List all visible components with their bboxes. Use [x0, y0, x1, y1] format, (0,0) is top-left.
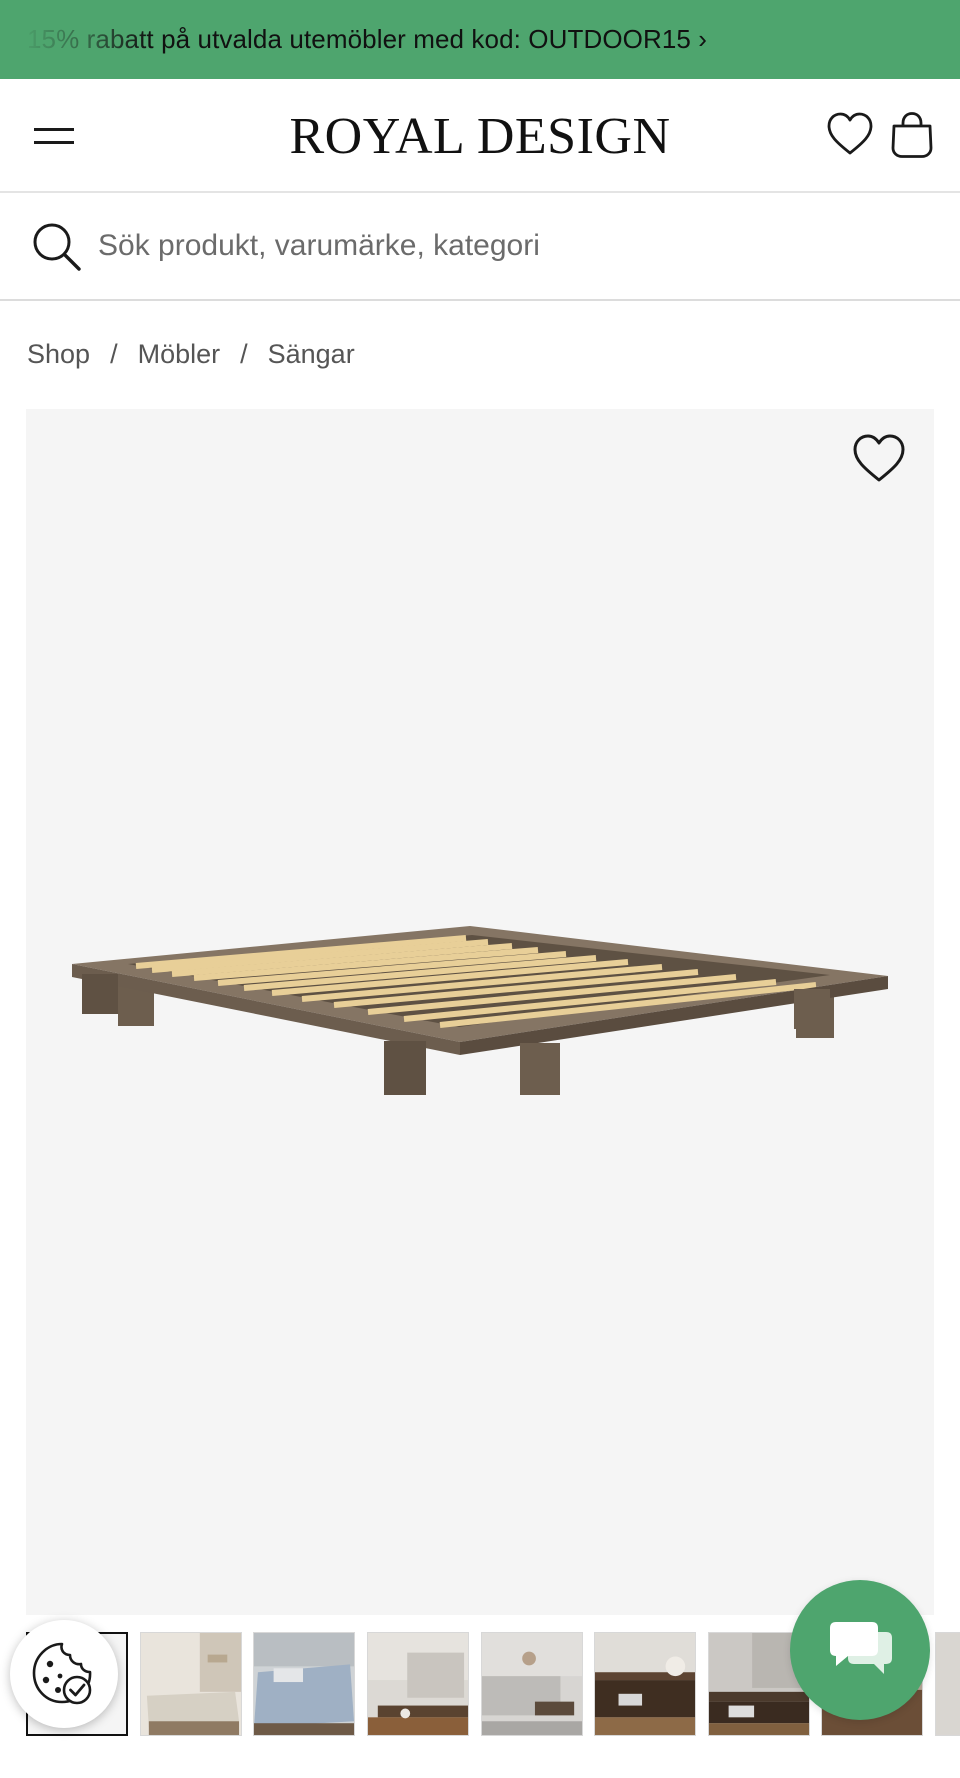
heart-icon[interactable] — [826, 111, 874, 157]
product-image-bed-frame[interactable] — [26, 409, 934, 1615]
cookie-icon — [32, 1642, 92, 1705]
breadcrumb-separator: / — [110, 338, 118, 369]
thumbnail-5[interactable] — [481, 1632, 583, 1736]
breadcrumb-sangar[interactable]: Sängar — [268, 339, 355, 370]
bed-leg — [82, 974, 118, 1014]
search-input[interactable] — [98, 223, 918, 269]
breadcrumb-mobler[interactable]: Möbler — [138, 339, 221, 370]
breadcrumb-separator: / — [240, 338, 248, 369]
product-image-gallery[interactable] — [26, 409, 934, 1615]
breadcrumb-shop[interactable]: Shop — [27, 339, 90, 370]
bed-leg — [794, 989, 830, 1029]
search-icon[interactable] — [31, 221, 83, 273]
bed-leg — [520, 1043, 560, 1095]
promo-text[interactable]: 15% rabatt på utvalda utemöbler med kod:… — [27, 24, 707, 55]
site-header: ROYAL DESIGN — [0, 79, 960, 193]
thumbnail-9[interactable] — [935, 1632, 960, 1736]
search-bar — [0, 193, 960, 301]
thumbnail-6[interactable] — [594, 1632, 696, 1736]
site-logo[interactable]: ROYAL DESIGN — [0, 107, 960, 166]
chat-button[interactable] — [790, 1580, 930, 1720]
thumbnail-3[interactable] — [253, 1632, 355, 1736]
thumbnail-2[interactable] — [140, 1632, 242, 1736]
thumbnail-4[interactable] — [367, 1632, 469, 1736]
promo-banner[interactable]: 15% rabatt på utvalda utemöbler med kod:… — [0, 0, 960, 79]
bed-leg — [384, 1041, 426, 1095]
breadcrumb: Shop / Möbler / Sängar — [27, 336, 355, 372]
cookie-settings-button[interactable] — [10, 1620, 118, 1728]
shopping-bag-icon[interactable] — [890, 111, 934, 159]
chat-icon — [830, 1622, 892, 1674]
heart-icon[interactable] — [852, 433, 906, 485]
